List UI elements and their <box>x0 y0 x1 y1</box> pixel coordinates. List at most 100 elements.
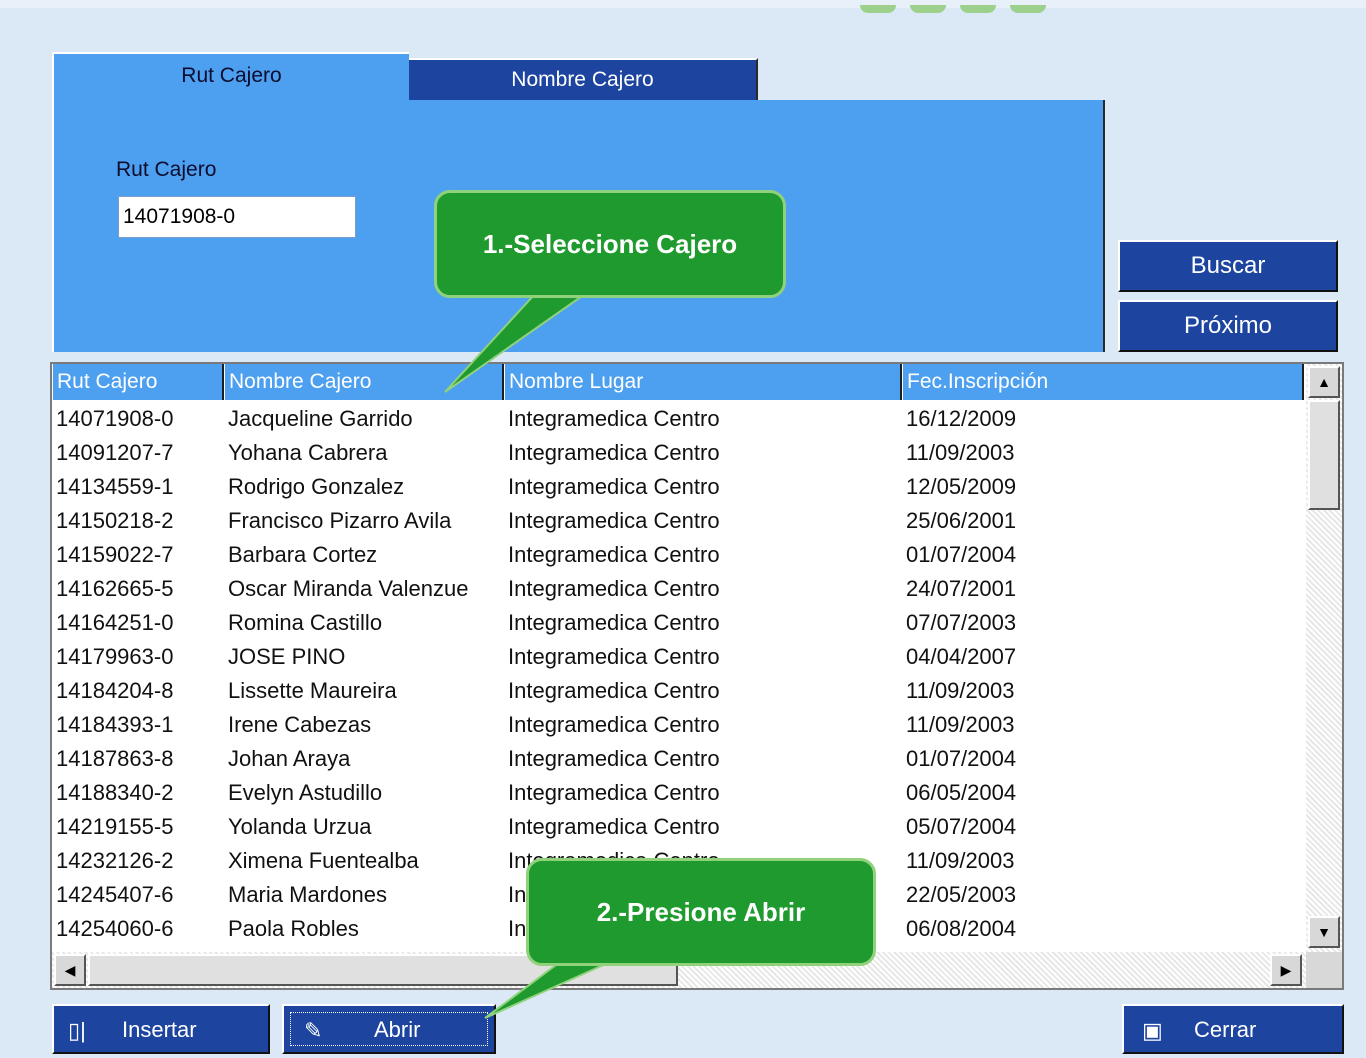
table-cell: Integramedica Centro <box>508 474 720 499</box>
table-cell: 14188340-2 <box>56 780 174 805</box>
table-cell: Integramedica Centro <box>508 440 720 465</box>
table-header: Rut Cajero Nombre Cajero Nombre Lugar Fe… <box>52 364 1304 400</box>
table-cell: Integramedica Centro <box>508 712 720 737</box>
table-cell: 14091207-7 <box>56 440 174 465</box>
table-cell: 14245407-6 <box>56 882 174 907</box>
table-cell: Integramedica Centro <box>508 644 720 669</box>
table-cell: Paola Robles <box>228 916 359 941</box>
tab-rut-cajero[interactable]: Rut Cajero <box>52 52 409 102</box>
table-cell: Yohana Cabrera <box>228 440 388 465</box>
table-cell: Integramedica Centro <box>508 406 720 431</box>
table-cell: 14184204-8 <box>56 678 174 703</box>
scroll-right-icon[interactable]: ▶ <box>1270 954 1302 986</box>
table-cell: 07/07/2003 <box>906 610 1017 635</box>
close-door-icon: ▣ <box>1142 1018 1163 1043</box>
header-fec-inscripcion[interactable]: Fec.Inscripción <box>902 364 1304 400</box>
table-cell: Integramedica Centro <box>508 508 720 533</box>
table-row[interactable]: 14159022-7 Barbara Cortez Integramedica Ce… <box>52 538 1304 572</box>
table-cell: 14184393-1 <box>56 712 174 737</box>
open-icon: ✎ <box>304 1018 323 1043</box>
table-row[interactable]: 14150218-2 Francisco Pizarro Avila Integra… <box>52 504 1304 538</box>
table-cell: Rodrigo Gonzalez <box>228 474 405 499</box>
table-cell: 12/05/2009 <box>906 474 1017 499</box>
table-row[interactable]: 14164251-0 Romina Castillo Integramedica C… <box>52 606 1304 640</box>
table-cell: 16/12/2009 <box>906 406 1017 431</box>
callout-seleccione-cajero: 1.-Seleccione Cajero <box>434 190 786 298</box>
buscar-button[interactable]: Buscar <box>1118 240 1338 292</box>
tab-nombre-cajero-label: Nombre Cajero <box>511 68 654 91</box>
table-cell: Lissette Maureira <box>228 678 397 703</box>
abrir-button[interactable]: ✎ Abrir <box>282 1004 496 1054</box>
table-cell: 01/07/2004 <box>906 542 1017 567</box>
table-cell: JOSE PINO <box>228 644 346 669</box>
table-cell: 11/09/2003 <box>906 678 1015 703</box>
table-row[interactable]: 14187863-8 Johan Araya Integramedica Centr… <box>52 742 1304 776</box>
table-cell: 22/05/2003 <box>906 882 1017 907</box>
table-cell: 11/09/2003 <box>906 712 1015 737</box>
abrir-label: Abrir <box>374 1017 421 1042</box>
logo-fragment <box>860 0 1080 13</box>
window-top-edge <box>0 0 1366 8</box>
table-cell: Francisco Pizarro Avila <box>228 508 452 533</box>
rut-cajero-label: Rut Cajero <box>116 158 217 181</box>
table-cell: 14232126-2 <box>56 848 174 873</box>
table-cell: Romina Castillo <box>228 610 383 635</box>
table-cell: Integramedica Centro <box>508 814 720 839</box>
proximo-button[interactable]: Próximo <box>1118 300 1338 352</box>
vertical-scrollbar[interactable]: ▲ ▼ <box>1306 364 1342 952</box>
scrollbar-corner <box>1306 952 1342 988</box>
table-cell: Barbara Cortez <box>228 542 378 567</box>
table-cell: 05/07/2004 <box>906 814 1017 839</box>
table-row[interactable]: 14219155-5 Yolanda Urzua Integramedica Cen… <box>52 810 1304 844</box>
table-cell: Yolanda Urzua <box>228 814 372 839</box>
callout-presione-abrir: 2.-Presione Abrir <box>526 858 876 966</box>
table-cell: Integramedica Centro <box>508 746 720 771</box>
table-cell: 11/09/2003 <box>906 440 1015 465</box>
table-row[interactable]: 14162665-5 Oscar Miranda Valenzue Integram… <box>52 572 1304 606</box>
table-cell: Evelyn Astudillo <box>228 780 383 805</box>
cerrar-button[interactable]: ▣ Cerrar <box>1122 1004 1344 1054</box>
table-row[interactable]: 14091207-7 Yohana Cabrera Integramedica Ce… <box>52 436 1304 470</box>
tab-rut-cajero-label: Rut Cajero <box>181 64 282 87</box>
table-row[interactable]: 14184393-1 Irene Cabezas Integramedica Cen… <box>52 708 1304 742</box>
table-cell: Integramedica Centro <box>508 542 720 567</box>
insert-icon: ▯| <box>68 1018 86 1043</box>
table-row[interactable]: 14071908-0 Jacqueline Garrido Integramedic… <box>52 402 1304 436</box>
table-cell: Irene Cabezas <box>228 712 372 737</box>
table-row[interactable]: 14184204-8 Lissette Maureira Integramedica… <box>52 674 1304 708</box>
table-cell: 04/04/2007 <box>906 644 1017 669</box>
table-cell: 14187863-8 <box>56 746 174 771</box>
table-cell: Integramedica Centro <box>508 678 720 703</box>
table-cell: 25/06/2001 <box>906 508 1017 533</box>
table-cell: 06/05/2004 <box>906 780 1017 805</box>
table-cell: Integramedica Centro <box>508 576 720 601</box>
table-cell: 14254060-6 <box>56 916 174 941</box>
table-cell: Maria Mardones <box>228 882 387 907</box>
table-cell: Jacqueline Garrido <box>228 406 413 431</box>
table-cell: Johan Araya <box>228 746 351 771</box>
insertar-button[interactable]: ▯| Insertar <box>52 1004 270 1054</box>
scroll-left-icon[interactable]: ◀ <box>54 954 86 986</box>
table-cell: 14150218-2 <box>56 508 174 533</box>
table-cell: 06/08/2004 <box>906 916 1017 941</box>
insertar-label: Insertar <box>122 1017 197 1042</box>
header-rut-cajero[interactable]: Rut Cajero <box>52 364 224 400</box>
table-cell: 14219155-5 <box>56 814 174 839</box>
table-cell: 11/09/2003 <box>906 848 1015 873</box>
scroll-up-icon[interactable]: ▲ <box>1308 366 1340 398</box>
callout-pointer <box>444 293 589 393</box>
table-cell: 01/07/2004 <box>906 746 1017 771</box>
rut-cajero-input[interactable] <box>118 196 356 238</box>
table-cell: Integramedica Centro <box>508 610 720 635</box>
tab-nombre-cajero[interactable]: Nombre Cajero <box>409 58 758 100</box>
table-cell: 14071908-0 <box>56 406 174 431</box>
vertical-scroll-thumb[interactable] <box>1308 400 1340 510</box>
table-cell: Oscar Miranda Valenzue <box>228 576 469 601</box>
table-cell: 14179963-0 <box>56 644 174 669</box>
scroll-down-icon[interactable]: ▼ <box>1308 916 1340 948</box>
table-cell: 14162665-5 <box>56 576 174 601</box>
table-row[interactable]: 14134559-1 Rodrigo Gonzalez Integramedica … <box>52 470 1304 504</box>
table-row[interactable]: 14179963-0 JOSE PINO Integramedica Centro 0… <box>52 640 1304 674</box>
table-row[interactable]: 14188340-2 Evelyn Astudillo Integramedica … <box>52 776 1304 810</box>
callout-pointer <box>484 961 611 1019</box>
